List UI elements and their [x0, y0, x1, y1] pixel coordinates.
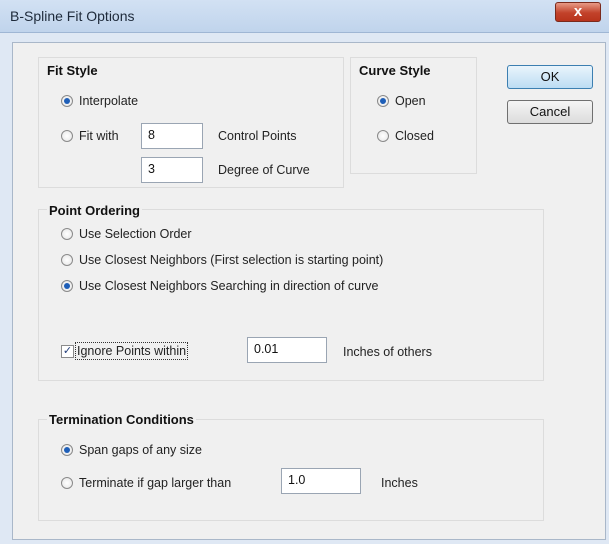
dialog-title: B-Spline Fit Options	[10, 8, 135, 24]
degree-input[interactable]: 3	[141, 157, 203, 183]
point-ordering-title: Point Ordering	[47, 203, 142, 218]
span-gaps-radio[interactable]	[61, 444, 73, 456]
closed-label: Closed	[395, 129, 434, 143]
control-points-label: Control Points	[218, 129, 297, 143]
ignore-points-label: Ignore Points within	[74, 342, 189, 360]
fit-with-label: Fit with	[79, 129, 119, 143]
curve-style-title: Curve Style	[359, 63, 431, 78]
termination-title: Termination Conditions	[47, 412, 196, 427]
ignore-distance-input[interactable]: 0.01	[247, 337, 327, 363]
closest-neighbors-direction-radio[interactable]	[61, 280, 73, 292]
terminate-gap-label: Terminate if gap larger than	[79, 476, 232, 490]
gap-units-label: Inches	[381, 476, 418, 490]
close-button[interactable]: x	[555, 2, 601, 22]
closest-neighbors-radio[interactable]	[61, 254, 73, 266]
dialog-body: Fit Style Interpolate Fit with 8 Control…	[12, 42, 606, 540]
interpolate-label: Interpolate	[79, 94, 139, 108]
span-gaps-label: Span gaps of any size	[79, 443, 202, 457]
ignore-units-label: Inches of others	[343, 345, 432, 359]
gap-size-input[interactable]: 1.0	[281, 468, 361, 494]
cancel-button[interactable]: Cancel	[507, 100, 593, 124]
ok-button[interactable]: OK	[507, 65, 593, 89]
closest-neighbors-direction-label: Use Closest Neighbors Searching in direc…	[79, 279, 379, 293]
title-bar[interactable]: B-Spline Fit Options x	[0, 0, 609, 33]
interpolate-radio[interactable]	[61, 95, 73, 107]
open-label: Open	[395, 94, 426, 108]
terminate-gap-radio[interactable]	[61, 477, 73, 489]
degree-label: Degree of Curve	[218, 163, 310, 177]
ignore-points-checkbox[interactable]: ✓	[61, 345, 74, 358]
fit-with-radio[interactable]	[61, 130, 73, 142]
selection-order-label: Use Selection Order	[79, 227, 192, 241]
open-radio[interactable]	[377, 95, 389, 107]
close-icon: x	[573, 3, 583, 20]
closed-radio[interactable]	[377, 130, 389, 142]
fit-style-title: Fit Style	[47, 63, 98, 78]
selection-order-radio[interactable]	[61, 228, 73, 240]
dialog-window: B-Spline Fit Options x Fit Style Interpo…	[0, 0, 609, 544]
closest-neighbors-label: Use Closest Neighbors (First selection i…	[79, 253, 384, 267]
control-points-input[interactable]: 8	[141, 123, 203, 149]
